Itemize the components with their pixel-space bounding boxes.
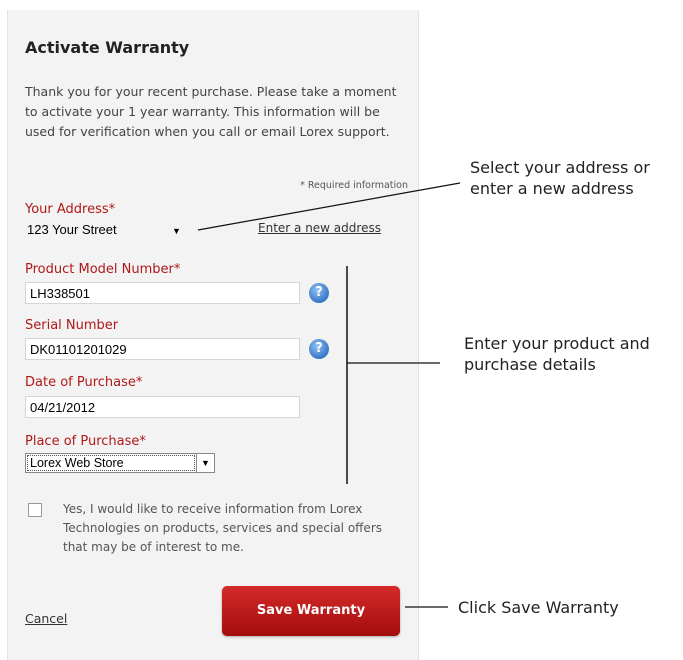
callout-lines bbox=[197, 182, 461, 608]
details-callout-line2: purchase details bbox=[464, 355, 596, 374]
details-callout-line1: Enter your product and bbox=[464, 334, 650, 353]
save-callout: Click Save Warranty bbox=[458, 598, 619, 617]
address-callout-line bbox=[197, 182, 461, 231]
address-callout: Select your address or enter a new addre… bbox=[470, 157, 650, 199]
details-callout: Enter your product and purchase details bbox=[464, 333, 650, 375]
address-callout-line1: Select your address or bbox=[470, 158, 650, 177]
address-callout-line2: enter a new address bbox=[470, 179, 634, 198]
